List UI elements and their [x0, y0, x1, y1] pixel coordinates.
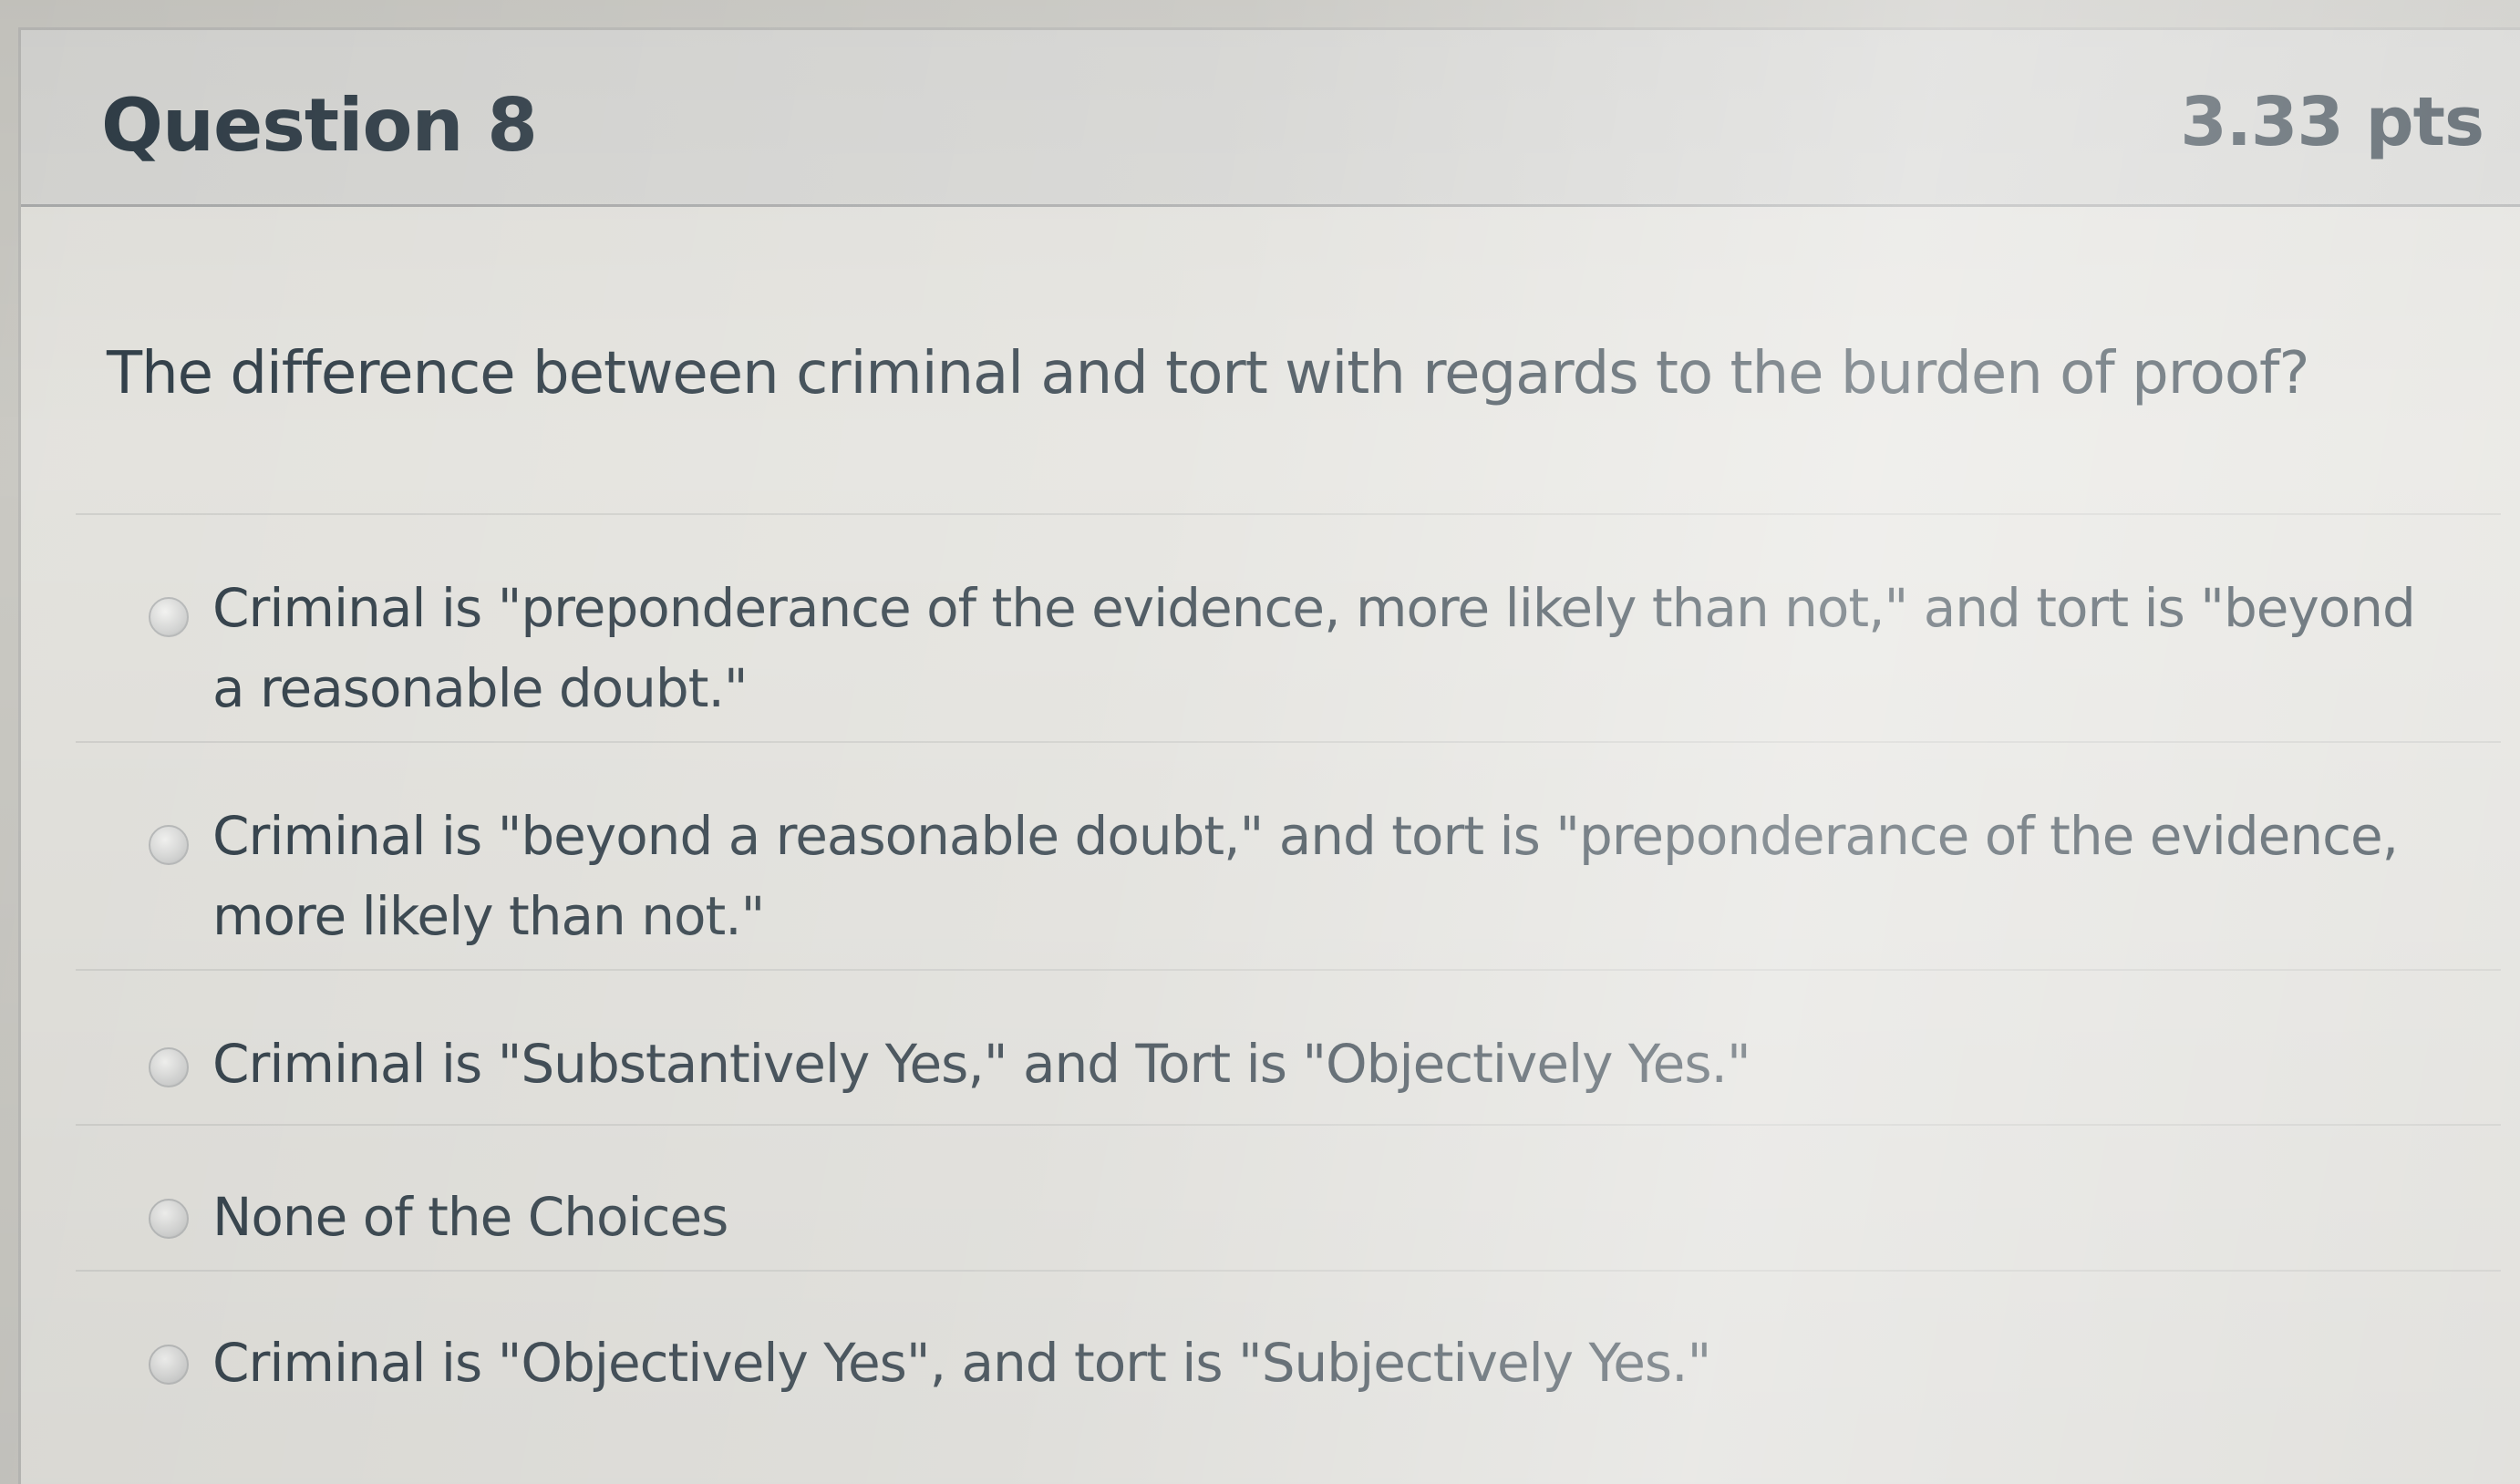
- question-points: 3.33 pts: [2180, 83, 2484, 161]
- answer-option-3[interactable]: Criminal is "Substantively Yes," and Tor…: [76, 969, 2501, 1124]
- question-title: Question 8: [101, 83, 538, 168]
- answer-label: Criminal is "preponderance of the eviden…: [212, 577, 2416, 719]
- answer-label: Criminal is "Substantively Yes," and Tor…: [212, 1033, 1751, 1095]
- radio-button[interactable]: [149, 1047, 189, 1087]
- radio-button[interactable]: [149, 1345, 189, 1385]
- radio-button[interactable]: [149, 1199, 189, 1239]
- radio-button[interactable]: [149, 825, 189, 865]
- question-header: Question 8 3.33 pts: [21, 30, 2520, 207]
- answer-option-2[interactable]: Criminal is "beyond a reasonable doubt,"…: [76, 741, 2501, 969]
- answer-option-4[interactable]: None of the Choices: [76, 1124, 2501, 1270]
- question-card: Question 8 3.33 pts The difference betwe…: [18, 27, 2520, 1484]
- radio-button[interactable]: [149, 597, 189, 637]
- answer-label: Criminal is "Objectively Yes", and tort …: [212, 1332, 1711, 1394]
- answer-option-1[interactable]: Criminal is "preponderance of the eviden…: [76, 513, 2501, 741]
- question-prompt: The difference between criminal and tort…: [107, 340, 2309, 407]
- answer-label: Criminal is "beyond a reasonable doubt,"…: [212, 805, 2399, 947]
- answer-option-5[interactable]: Criminal is "Objectively Yes", and tort …: [76, 1270, 2501, 1434]
- answer-label: None of the Choices: [212, 1186, 728, 1248]
